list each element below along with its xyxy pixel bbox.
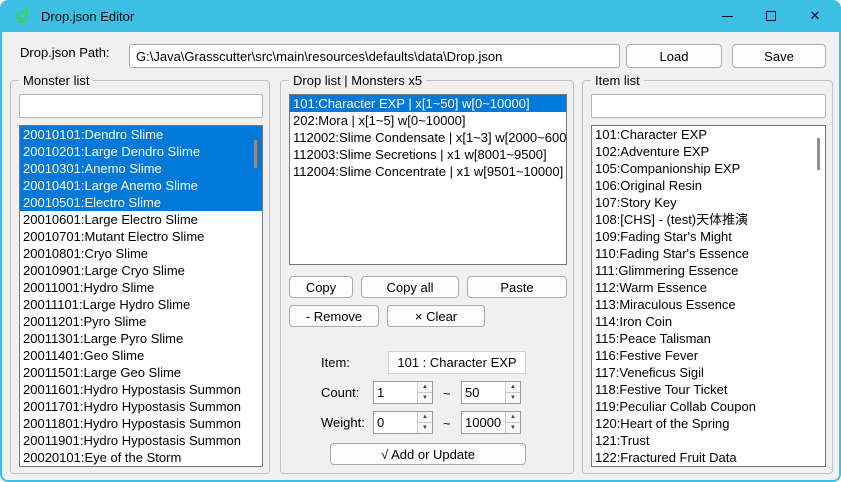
list-item[interactable]: 110:Fading Star's Essence <box>592 245 825 262</box>
item-listbox[interactable]: 101:Character EXP102:Adventure EXP105:Co… <box>591 125 826 467</box>
item-search-input[interactable] <box>591 94 826 118</box>
clear-button[interactable]: × Clear <box>387 305 485 327</box>
drop-list-title: Drop list | Monsters x5 <box>289 73 426 88</box>
list-item[interactable]: 113:Miraculous Essence <box>592 296 825 313</box>
window-controls: ✕ <box>705 0 837 32</box>
item-label: Item: <box>321 355 350 370</box>
list-item[interactable]: 101:Character EXP | x[1~50] w[0~10000] <box>290 95 566 112</box>
list-item[interactable]: 20011801:Hydro Hypostasis Summon <box>20 415 262 432</box>
list-item[interactable]: 112003:Slime Secretions | x1 w[8001~9500… <box>290 146 566 163</box>
copy-button[interactable]: Copy <box>289 276 353 298</box>
list-item[interactable]: 101:Character EXP <box>592 126 825 143</box>
app-megaphone-icon <box>13 7 33 25</box>
spin-down-icon[interactable]: ▼ <box>506 423 520 433</box>
monster-list-scrollbar[interactable] <box>254 140 257 168</box>
monster-listbox[interactable]: 20010101:Dendro Slime20010201:Large Dend… <box>19 125 263 467</box>
app-window: Drop.json Editor ✕ Drop.json Path: Load … <box>0 0 841 482</box>
list-item[interactable]: 20011101:Large Hydro Slime <box>20 296 262 313</box>
paste-button[interactable]: Paste <box>467 276 567 298</box>
list-item[interactable]: 20010501:Electro Slime <box>20 194 262 211</box>
copy-all-button[interactable]: Copy all <box>361 276 459 298</box>
list-item[interactable]: 111:Glimmering Essence <box>592 262 825 279</box>
count-max-stepper[interactable]: ▲▼ <box>461 381 521 404</box>
remove-button[interactable]: - Remove <box>289 305 379 327</box>
count-range-separator: ~ <box>443 386 451 401</box>
list-item[interactable]: 116:Festive Fever <box>592 347 825 364</box>
list-item[interactable]: 118:Festive Tour Ticket <box>592 381 825 398</box>
weight-range-separator: ~ <box>443 416 451 431</box>
list-item[interactable]: 112002:Slime Condensate | x[1~3] w[2000~… <box>290 129 566 146</box>
spin-down-icon[interactable]: ▼ <box>418 393 432 403</box>
item-list-panel: Item list 101:Character EXP102:Adventure… <box>582 80 833 474</box>
list-item[interactable]: 119:Peculiar Collab Coupon <box>592 398 825 415</box>
drop-listbox[interactable]: 101:Character EXP | x[1~50] w[0~10000]20… <box>289 94 567 265</box>
monster-search-input[interactable] <box>19 94 263 118</box>
path-input[interactable] <box>129 44 620 68</box>
list-item[interactable]: 20010401:Large Anemo Slime <box>20 177 262 194</box>
list-item[interactable]: 20010901:Large Cryo Slime <box>20 262 262 279</box>
spin-up-icon[interactable]: ▲ <box>506 382 520 393</box>
list-item[interactable]: 20011301:Large Pyro Slime <box>20 330 262 347</box>
list-item[interactable]: 105:Companionship EXP <box>592 160 825 177</box>
close-icon[interactable]: ✕ <box>793 0 837 32</box>
list-item[interactable]: 122:Fractured Fruit Data <box>592 449 825 466</box>
count-max-input[interactable] <box>462 382 505 403</box>
count-min-input[interactable] <box>374 382 417 403</box>
list-item[interactable]: 20010301:Anemo Slime <box>20 160 262 177</box>
weight-max-input[interactable] <box>462 412 505 433</box>
list-item[interactable]: 121:Trust <box>592 432 825 449</box>
list-item[interactable]: 112004:Slime Concentrate | x1 w[9501~100… <box>290 163 566 180</box>
list-item[interactable]: 20010601:Large Electro Slime <box>20 211 262 228</box>
maximize-icon[interactable] <box>749 0 793 32</box>
save-button[interactable]: Save <box>732 44 826 68</box>
weight-label: Weight: <box>321 415 365 430</box>
list-item[interactable]: 112:Warm Essence <box>592 279 825 296</box>
item-value-field: 101 : Character EXP <box>388 351 526 374</box>
window-title: Drop.json Editor <box>41 9 134 24</box>
list-item[interactable]: 109:Fading Star's Might <box>592 228 825 245</box>
weight-max-stepper[interactable]: ▲▼ <box>461 411 521 434</box>
list-item[interactable]: 20010701:Mutant Electro Slime <box>20 228 262 245</box>
list-item[interactable]: 102:Adventure EXP <box>592 143 825 160</box>
spin-down-icon[interactable]: ▼ <box>506 393 520 403</box>
list-item[interactable]: 107:Story Key <box>592 194 825 211</box>
minimize-icon[interactable] <box>705 0 749 32</box>
spin-down-icon[interactable]: ▼ <box>418 423 432 433</box>
list-item[interactable]: 20011601:Hydro Hypostasis Summon <box>20 381 262 398</box>
path-label: Drop.json Path: <box>20 45 110 60</box>
list-item[interactable]: 20011901:Hydro Hypostasis Summon <box>20 432 262 449</box>
list-item[interactable]: 20011701:Hydro Hypostasis Summon <box>20 398 262 415</box>
list-item[interactable]: 202:Mora | x[1~5] w[0~10000] <box>290 112 566 129</box>
list-item[interactable]: 20020101:Eye of the Storm <box>20 449 262 466</box>
spin-up-icon[interactable]: ▲ <box>418 412 432 423</box>
list-item[interactable]: 20010101:Dendro Slime <box>20 126 262 143</box>
spin-up-icon[interactable]: ▲ <box>418 382 432 393</box>
list-item[interactable]: 20010201:Large Dendro Slime <box>20 143 262 160</box>
weight-min-stepper[interactable]: ▲▼ <box>373 411 433 434</box>
list-item[interactable]: 20010801:Cryo Slime <box>20 245 262 262</box>
list-item[interactable]: 20011401:Geo Slime <box>20 347 262 364</box>
count-label: Count: <box>321 385 359 400</box>
list-item[interactable]: 115:Peace Talisman <box>592 330 825 347</box>
item-list-scrollbar[interactable] <box>817 138 820 170</box>
weight-min-input[interactable] <box>374 412 417 433</box>
load-button[interactable]: Load <box>626 44 722 68</box>
monster-list-title: Monster list <box>19 73 93 88</box>
count-min-stepper[interactable]: ▲▼ <box>373 381 433 404</box>
spin-up-icon[interactable]: ▲ <box>506 412 520 423</box>
path-toolbar: Drop.json Path: Load Save <box>2 32 839 76</box>
list-item[interactable]: 117:Veneficus Sigil <box>592 364 825 381</box>
list-item[interactable]: 120:Heart of the Spring <box>592 415 825 432</box>
title-bar: Drop.json Editor ✕ <box>2 0 839 32</box>
list-item[interactable]: 20011501:Large Geo Slime <box>20 364 262 381</box>
list-item[interactable]: 108:[CHS] - (test)天体推演 <box>592 211 825 228</box>
list-item[interactable]: 20011001:Hydro Slime <box>20 279 262 296</box>
item-list-title: Item list <box>591 73 644 88</box>
list-item[interactable]: 20011201:Pyro Slime <box>20 313 262 330</box>
drop-list-panel: Drop list | Monsters x5 101:Character EX… <box>280 80 574 474</box>
add-or-update-button[interactable]: √ Add or Update <box>330 443 526 465</box>
monster-list-panel: Monster list 20010101:Dendro Slime200102… <box>10 80 270 474</box>
list-item[interactable]: 106:Original Resin <box>592 177 825 194</box>
list-item[interactable]: 114:Iron Coin <box>592 313 825 330</box>
